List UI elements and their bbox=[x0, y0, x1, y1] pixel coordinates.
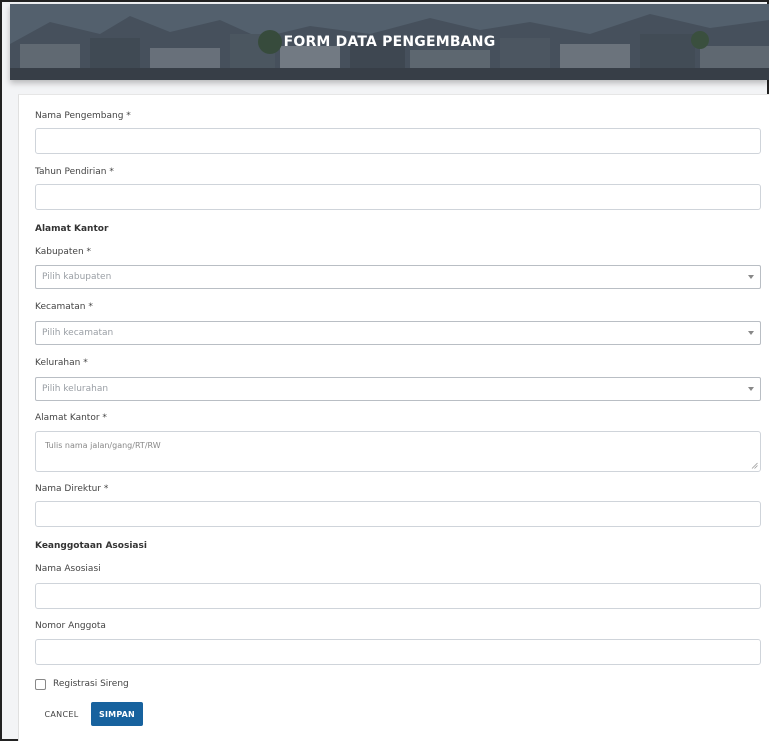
kecamatan-placeholder: Pilih kecamatan bbox=[42, 328, 114, 338]
nama-pengembang-input[interactable] bbox=[35, 128, 761, 154]
chevron-down-icon bbox=[748, 275, 754, 279]
kelurahan-select[interactable]: Pilih kelurahan bbox=[35, 377, 761, 401]
label-kelurahan: Kelurahan * bbox=[35, 358, 88, 368]
label-kabupaten: Kabupaten * bbox=[35, 247, 92, 257]
form-window: FORM DATA PENGEMBANG Nama Pengembang * T… bbox=[0, 0, 769, 741]
cancel-button[interactable]: CANCEL bbox=[35, 702, 88, 726]
page-title: FORM DATA PENGEMBANG bbox=[283, 34, 496, 50]
label-nomor-anggota: Nomor Anggota bbox=[35, 621, 106, 631]
section-alamat-kantor: Alamat Kantor bbox=[35, 224, 109, 234]
kabupaten-select[interactable]: Pilih kabupaten bbox=[35, 265, 761, 289]
label-nama-direktur: Nama Direktur * bbox=[35, 484, 109, 494]
registrasi-sireng-label[interactable]: Registrasi Sireng bbox=[53, 679, 129, 689]
save-button[interactable]: SIMPAN bbox=[91, 702, 143, 726]
registrasi-sireng-checkbox[interactable] bbox=[35, 679, 46, 690]
kelurahan-placeholder: Pilih kelurahan bbox=[42, 384, 109, 394]
kecamatan-select[interactable]: Pilih kecamatan bbox=[35, 321, 761, 345]
nama-direktur-input[interactable] bbox=[35, 501, 761, 527]
label-tahun-pendirian: Tahun Pendirian * bbox=[35, 167, 114, 177]
nomor-anggota-input[interactable] bbox=[35, 639, 761, 665]
resize-handle-icon[interactable] bbox=[751, 462, 758, 469]
label-alamat-kantor: Alamat Kantor * bbox=[35, 413, 107, 423]
tahun-pendirian-input[interactable] bbox=[35, 184, 761, 210]
label-nama-pengembang: Nama Pengembang * bbox=[35, 111, 131, 121]
alamat-kantor-textarea[interactable]: Tulis nama jalan/gang/RT/RW bbox=[35, 431, 761, 472]
form-card: Nama Pengembang * Tahun Pendirian * Alam… bbox=[18, 94, 769, 741]
kabupaten-placeholder: Pilih kabupaten bbox=[42, 272, 112, 282]
label-nama-asosiasi: Nama Asosiasi bbox=[35, 564, 101, 574]
section-keanggotaan-asosiasi: Keanggotaan Asosiasi bbox=[35, 541, 147, 551]
header-banner: FORM DATA PENGEMBANG bbox=[10, 4, 769, 80]
chevron-down-icon bbox=[748, 331, 754, 335]
chevron-down-icon bbox=[748, 387, 754, 391]
label-kecamatan: Kecamatan * bbox=[35, 302, 93, 312]
nama-asosiasi-input[interactable] bbox=[35, 583, 761, 609]
alamat-kantor-placeholder: Tulis nama jalan/gang/RT/RW bbox=[45, 441, 161, 450]
